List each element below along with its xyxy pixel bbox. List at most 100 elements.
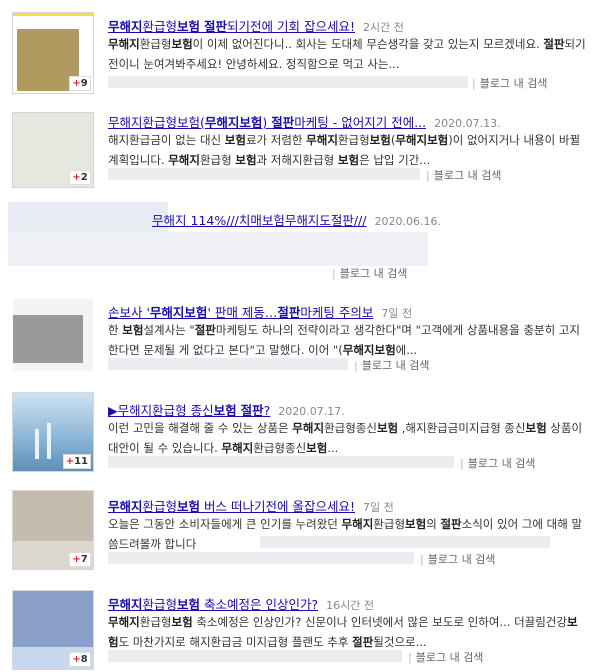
result-snippet: 무해지환급형보험이 이제 없어진다니.. 회사는 도대체 무슨생각을 갖고 있는… — [108, 37, 586, 71]
blog-search-link[interactable]: | 블로그 내 검색 — [332, 265, 407, 281]
highlighted-keyword: 보험 — [171, 615, 193, 629]
blog-search-link[interactable]: | 블로그 내 검색 — [472, 75, 547, 91]
highlighted-keyword: 보험 — [171, 37, 193, 51]
thumbnail-detail — [35, 429, 39, 459]
result-snippet: 한 보험설계사는 "절판마케팅도 하나의 전략이라고 생각한다"며 "고객에게 … — [108, 323, 581, 357]
image-count-badge: +11 — [62, 454, 91, 469]
highlighted-keyword: 무해지보험 — [395, 133, 449, 147]
highlighted-keyword: 무해지 — [341, 517, 374, 531]
result-thumbnail[interactable]: +11 — [12, 392, 94, 472]
highlighted-keyword: 무해지 — [221, 441, 254, 455]
highlighted-keyword: 무해지보험 — [342, 343, 396, 357]
result-title-link[interactable]: ▶무해지환급형 종신보험 절판? — [108, 403, 270, 418]
blog-search-link[interactable]: | 블로그 내 검색 — [426, 167, 501, 183]
result-title-row: ▶무해지환급형 종신보험 절판? 2020.07.17. — [108, 400, 590, 419]
result-date: 7일 전 — [362, 501, 394, 514]
highlighted-keyword: 보험 — [177, 499, 201, 514]
result-meta: | 블로그 내 검색 — [108, 454, 590, 472]
thumbnail-image — [13, 315, 83, 363]
result-title-row: 무해지 114%///치매보험무해지도절판/// 2020.06.16. — [152, 210, 590, 229]
result-snippet: 해지환급금이 없는 대신 보험료가 저렴한 무해지환급형보험(무해지보험)이 없… — [108, 133, 581, 167]
highlighted-keyword: 절판 — [352, 635, 374, 649]
result-item: +8 무해지환급형보험 축소예정은 인상인가? 16시간 전 무해지환급형보험 축… — [0, 588, 600, 672]
result-snippet: 이런 고민을 해결해 줄 수 있는 상품은 무해지환급형종신보험 ,해지환급금미… — [108, 421, 583, 455]
image-count-badge: +9 — [69, 76, 91, 91]
highlighted-keyword: 보험 — [213, 403, 237, 418]
result-meta: | 블로그 내 검색 — [108, 356, 590, 374]
highlighted-keyword: 보험 — [306, 441, 328, 455]
highlighted-keyword: 보험 — [376, 421, 399, 435]
highlighted-keyword: 절판 — [277, 305, 301, 320]
result-title-link[interactable]: 무해지환급형보험 버스 떠나기전에 올잡으세요! — [108, 499, 355, 514]
blurred-url — [108, 552, 414, 564]
highlighted-keyword: 절판 — [194, 323, 216, 337]
result-meta: | 블로그 내 검색 — [108, 264, 590, 282]
result-title-link[interactable]: 무해지환급형보험 절판되기전에 기회 잡으세요! — [108, 19, 355, 34]
highlighted-keyword: 무해지 — [292, 421, 325, 435]
highlighted-keyword: 절판 — [440, 517, 462, 531]
blog-search-link[interactable]: | 블로그 내 검색 — [420, 551, 495, 567]
result-title-link[interactable]: 손보사 '무해지보험' 판매 제동…절판마케팅 주의보 — [108, 305, 373, 320]
highlighted-keyword: 보험 — [337, 153, 360, 167]
blurred-snippet-tail — [260, 536, 550, 548]
result-meta: | 블로그 내 검색 — [108, 166, 590, 184]
result-date: 2020.07.13. — [434, 117, 501, 130]
highlighted-keyword: 보험 — [369, 133, 391, 147]
highlighted-keyword: 무해지 — [108, 19, 143, 34]
result-item: +11 ▶무해지환급형 종신보험 절판? 2020.07.17. 이런 고민을 해… — [0, 392, 600, 476]
image-count-badge: +2 — [69, 170, 91, 185]
result-snippet: 오늘은 그동안 소비자들에게 큰 인기를 누려왔던 무해지환급형보험의 절판소식… — [108, 517, 583, 551]
result-item: +7 무해지환급형보험 버스 떠나기전에 올잡으세요! 7일 전 오늘은 그동안 … — [0, 490, 600, 574]
highlighted-keyword: 보험 — [177, 597, 201, 612]
blog-search-link[interactable]: | 블로그 내 검색 — [354, 357, 429, 373]
search-results-list: +9 무해지환급형보험 절판되기전에 기회 잡으세요! 2시간 전 무해지환급형보… — [0, 0, 600, 672]
result-title-link[interactable]: 무해지 114%///치매보험무해지도절판/// — [152, 213, 366, 228]
result-date: 7일 전 — [381, 307, 413, 320]
result-item: 무해지 114%///치매보험무해지도절판/// 2020.06.16. | 블로그… — [0, 202, 600, 286]
blurred-url — [108, 168, 420, 180]
result-meta: | 블로그 내 검색 — [108, 550, 590, 568]
highlighted-keyword: 보험 — [122, 323, 144, 337]
result-title-row: 무해지환급형보험 축소예정은 인상인가? 16시간 전 — [108, 594, 590, 613]
highlighted-keyword: 무해지 — [108, 499, 143, 514]
result-meta: | 블로그 내 검색 — [108, 74, 590, 92]
result-meta: | 블로그 내 검색 — [108, 648, 590, 666]
result-thumbnail[interactable]: +2 — [12, 112, 94, 188]
result-item: +2 무해지환급형보험(무해지보험) 절판마케팅 - 없어지기 전에... 202… — [0, 112, 600, 192]
result-thumbnail[interactable]: +7 — [12, 490, 94, 570]
blurred-url — [108, 358, 348, 370]
highlighted-keyword: 보험 — [235, 153, 257, 167]
result-title-link[interactable]: 무해지환급형보험(무해지보험) 절판마케팅 - 없어지기 전에... — [108, 115, 426, 130]
highlighted-keyword: 보험 — [224, 133, 246, 147]
result-thumbnail[interactable]: +8 — [12, 590, 94, 670]
highlighted-keyword: 무해지 — [108, 597, 143, 612]
result-item: 손보사 '무해지보험' 판매 제동…절판마케팅 주의보 7일 전 한 보험설계사는… — [0, 296, 600, 376]
result-thumbnail[interactable]: +9 — [12, 12, 94, 94]
image-count-badge: +7 — [69, 552, 91, 567]
highlighted-keyword: 절판 — [271, 115, 295, 130]
thumbnail-highlight — [13, 13, 93, 16]
blurred-url — [108, 76, 468, 88]
result-title-link[interactable]: 무해지환급형보험 축소예정은 인상인가? — [108, 597, 318, 612]
result-thumbnail[interactable] — [12, 298, 94, 372]
result-title-row: 손보사 '무해지보험' 판매 제동…절판마케팅 주의보 7일 전 — [108, 302, 590, 321]
blurred-url — [108, 456, 454, 468]
result-date: 2020.07.17. — [278, 405, 345, 418]
highlighted-keyword: 절판 — [204, 19, 228, 34]
blog-search-link[interactable]: | 블로그 내 검색 — [460, 455, 535, 471]
highlighted-keyword: 보험 — [525, 421, 547, 435]
highlighted-keyword: 무해지 — [108, 615, 140, 629]
highlighted-keyword: 무해지 — [108, 37, 140, 51]
highlighted-keyword: 절판 — [543, 37, 565, 51]
result-date: 16시간 전 — [326, 599, 374, 612]
result-date: 2시간 전 — [363, 21, 404, 34]
highlighted-keyword: 무해지보험 — [204, 115, 263, 130]
highlighted-keyword: 보험 — [177, 19, 201, 34]
blurred-snippet — [8, 232, 428, 266]
result-title-row: 무해지환급형보험(무해지보험) 절판마케팅 - 없어지기 전에... 2020.0… — [108, 112, 590, 131]
result-snippet: 무해지환급형보험 축소예정은 인상인가? 신문이나 인터넷에서 많은 보도로 인… — [108, 615, 578, 649]
result-item: +9 무해지환급형보험 절판되기전에 기회 잡으세요! 2시간 전 무해지환급형보… — [0, 12, 600, 102]
result-date: 2020.06.16. — [374, 215, 441, 228]
result-title-row: 무해지환급형보험 절판되기전에 기회 잡으세요! 2시간 전 — [108, 16, 590, 35]
blog-search-link[interactable]: | 블로그 내 검색 — [408, 649, 483, 665]
